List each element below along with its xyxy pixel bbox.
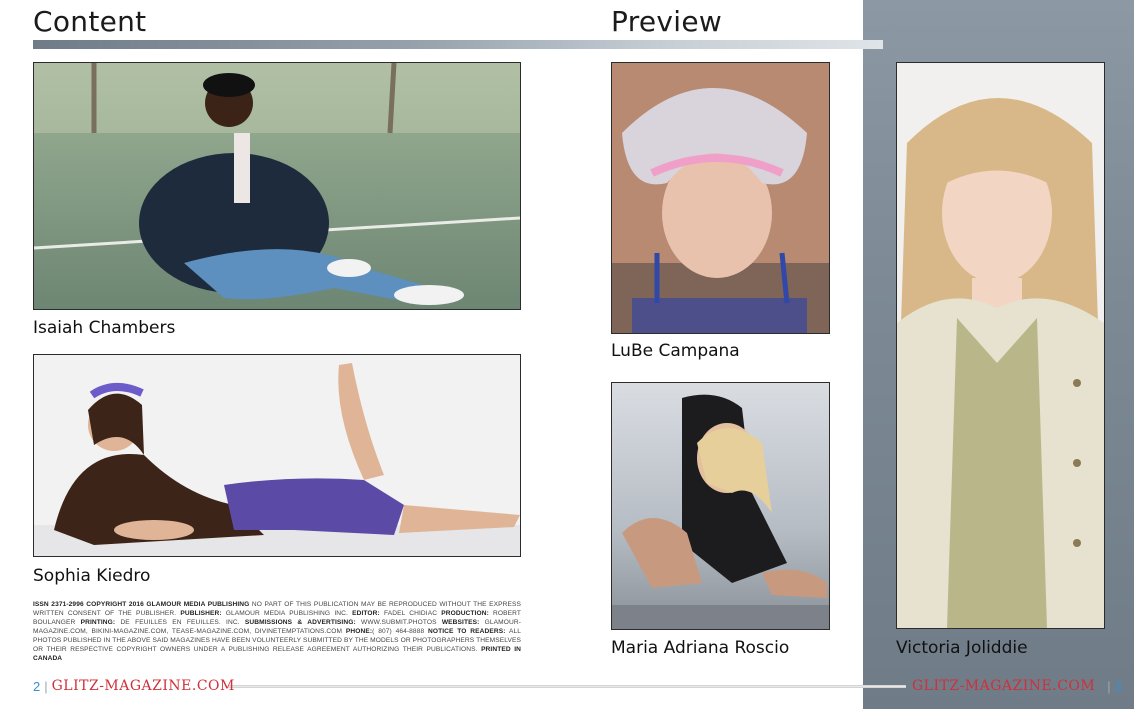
- imprint-production-label: PRODUCTION:: [441, 610, 489, 617]
- caption-sophia-kiedro: Sophia Kiedro: [33, 566, 151, 586]
- imprint-printing-label: PRINTING:: [80, 619, 116, 626]
- photo-maria-adriana-roscio: [611, 382, 830, 630]
- imprint-publisher-label: PUBLISHER:: [180, 610, 222, 617]
- imprint-notice-label: NOTICE TO READERS:: [428, 628, 506, 635]
- footer-separator-right: |: [1107, 678, 1111, 694]
- photo-lube-campana: [611, 62, 830, 334]
- imprint-issn: ISSN 2371-2996 COPYRIGHT 2016 GLAMOUR ME…: [33, 601, 250, 608]
- footer-left: 2 | GLITZ-MAGAZINE.COM: [33, 677, 235, 695]
- imprint-publisher: GLAMOUR MEDIA PUBLISHING INC.: [221, 610, 353, 617]
- caption-victoria-joliddie: Victoria Joliddie: [896, 638, 1028, 658]
- photo-isaiah-chambers: [33, 62, 521, 310]
- imprint-printing: DE FEUILLES EN FEUILLES. INC.: [115, 619, 245, 626]
- preview-heading: Preview: [611, 5, 723, 38]
- photo-maria-art: [612, 383, 829, 629]
- imprint-submissions: WWW.SUBMIT.PHOTOS: [355, 619, 442, 626]
- imprint-editor: FADEL CHIDIAC: [379, 610, 442, 617]
- photo-isaiah-art: [34, 63, 520, 309]
- imprint-text: ISSN 2371-2996 COPYRIGHT 2016 GLAMOUR ME…: [33, 600, 521, 663]
- photo-lube-art: [612, 63, 829, 333]
- footer-magazine-right: GLITZ-MAGAZINE.COM: [912, 678, 1096, 694]
- footer-separator-left: |: [44, 678, 48, 694]
- content-heading: Content: [33, 5, 147, 38]
- photo-sophia-kiedro: [33, 354, 521, 557]
- page-number-right: 3: [1114, 678, 1122, 694]
- photo-victoria-art: [897, 63, 1104, 628]
- footer-magazine-left: GLITZ-MAGAZINE.COM: [51, 678, 235, 694]
- imprint-submissions-label: SUBMISSIONS & ADVERTISING:: [244, 619, 356, 626]
- header-rule: [33, 40, 883, 49]
- photo-sophia-art: [34, 355, 520, 556]
- imprint-websites-label: WEBSITES:: [441, 619, 480, 626]
- caption-isaiah-chambers: Isaiah Chambers: [33, 318, 176, 338]
- footer-line: [228, 685, 906, 688]
- imprint-editor-label: EDITOR:: [352, 610, 380, 617]
- caption-lube-campana: LuBe Campana: [611, 341, 740, 361]
- imprint-phone: ( 807) 464-8888: [372, 628, 429, 635]
- footer-right: GLITZ-MAGAZINE.COM | 3: [912, 677, 1122, 695]
- caption-maria-adriana-roscio: Maria Adriana Roscio: [611, 638, 790, 658]
- page-number-left: 2: [33, 678, 41, 694]
- imprint-phone-label: PHONE:: [345, 628, 373, 635]
- photo-victoria-joliddie: [896, 62, 1105, 629]
